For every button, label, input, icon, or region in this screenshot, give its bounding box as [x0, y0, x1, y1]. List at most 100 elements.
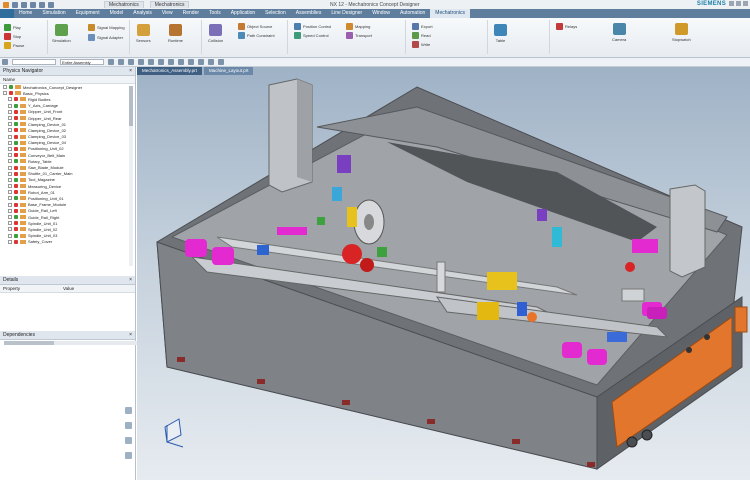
machine-model[interactable]: [137, 67, 750, 480]
tab-home[interactable]: Home: [14, 9, 37, 18]
expand-toggle-icon[interactable]: [8, 215, 12, 220]
tab-mechatronics[interactable]: Mechatronics: [430, 9, 471, 18]
maximize-icon[interactable]: [736, 1, 741, 6]
close-icon[interactable]: ×: [129, 276, 132, 285]
expand-toggle-icon[interactable]: [3, 91, 7, 96]
expand-toggle-icon[interactable]: [8, 103, 12, 108]
sensors-button[interactable]: Sensors: [136, 24, 151, 43]
close-icon[interactable]: ×: [129, 67, 132, 76]
redo-icon[interactable]: [30, 1, 36, 8]
scope-dropdown[interactable]: Entire Assembly: [60, 59, 104, 65]
object-source-button[interactable]: Object Source: [238, 23, 272, 30]
snap-center-icon[interactable]: [158, 59, 164, 65]
visibility-checkbox[interactable]: [14, 184, 18, 189]
simulation-button[interactable]: Simulation: [52, 24, 71, 43]
visibility-checkbox[interactable]: [14, 153, 18, 158]
expand-toggle-icon[interactable]: [8, 134, 12, 139]
expand-toggle-icon[interactable]: [8, 128, 12, 133]
stopwatch-button[interactable]: Stopwatch: [672, 23, 691, 42]
mapping-button[interactable]: Mapping: [346, 23, 370, 30]
snap-mid-icon[interactable]: [148, 59, 154, 65]
expand-toggle-icon[interactable]: [8, 97, 12, 102]
menu-icon[interactable]: [2, 59, 8, 65]
nx-logo-icon[interactable]: [3, 1, 9, 8]
select-icon[interactable]: [108, 59, 114, 65]
expand-toggle-icon[interactable]: [8, 227, 12, 232]
wireframe-icon[interactable]: [218, 59, 224, 65]
pause-button[interactable]: Pause: [4, 42, 24, 49]
deselect-icon[interactable]: [118, 59, 124, 65]
visibility-checkbox[interactable]: [14, 233, 18, 238]
snap-point-icon[interactable]: [128, 59, 134, 65]
stop-button[interactable]: Stop: [4, 33, 21, 40]
close-icon[interactable]: ×: [129, 331, 132, 340]
shaded-icon[interactable]: [208, 59, 214, 65]
expand-toggle-icon[interactable]: [8, 140, 12, 145]
file-menu-button[interactable]: [0, 9, 14, 18]
viewport-tab-2[interactable]: Machine_Layout.prt: [203, 67, 254, 75]
expand-toggle-icon[interactable]: [8, 190, 12, 195]
tab-simulation[interactable]: Simulation: [37, 9, 70, 18]
expand-toggle-icon[interactable]: [8, 202, 12, 207]
position-control-button[interactable]: Position Control: [294, 23, 331, 30]
expand-toggle-icon[interactable]: [8, 116, 12, 121]
expand-toggle-icon[interactable]: [8, 239, 12, 244]
export-button[interactable]: Export: [412, 23, 433, 30]
visibility-checkbox[interactable]: [14, 227, 18, 232]
view-rotate-icon[interactable]: [188, 59, 194, 65]
visibility-checkbox[interactable]: [14, 177, 18, 182]
scrollbar-thumb[interactable]: [129, 86, 133, 126]
expand-toggle-icon[interactable]: [8, 233, 12, 238]
tab-selection[interactable]: Selection: [260, 9, 291, 18]
tree-item[interactable]: Safety_Cover: [0, 239, 135, 245]
filter-dropdown[interactable]: [12, 59, 56, 65]
visibility-checkbox[interactable]: [14, 116, 18, 121]
details-scrollbar[interactable]: [4, 341, 139, 345]
tab-window[interactable]: Window: [367, 9, 395, 18]
visibility-checkbox[interactable]: [14, 208, 18, 213]
close-icon[interactable]: [743, 1, 748, 6]
relays-button[interactable]: Relays: [556, 23, 577, 30]
doc-tab-2[interactable]: Mechatronics: [149, 1, 190, 8]
write-button[interactable]: Write: [412, 41, 430, 48]
visibility-checkbox[interactable]: [14, 109, 18, 114]
play-button[interactable]: Play: [4, 24, 21, 31]
expand-toggle-icon[interactable]: [8, 122, 12, 127]
tab-automation[interactable]: Automation: [395, 9, 430, 18]
snap-end-icon[interactable]: [138, 59, 144, 65]
runtime-button[interactable]: Runtime: [168, 24, 183, 43]
table-button[interactable]: Table: [494, 24, 507, 43]
visibility-checkbox[interactable]: [14, 165, 18, 170]
graphics-viewport[interactable]: Mechatronics_Assembly.prt Machine_Layout…: [137, 67, 750, 480]
cut-icon[interactable]: [39, 1, 45, 8]
tab-analysis[interactable]: Analysis: [128, 9, 157, 18]
expand-toggle-icon[interactable]: [3, 85, 7, 90]
tab-tools[interactable]: Tools: [204, 9, 226, 18]
expand-toggle-icon[interactable]: [8, 153, 12, 158]
tab-application[interactable]: Application: [226, 9, 260, 18]
expand-toggle-icon[interactable]: [8, 165, 12, 170]
visibility-checkbox[interactable]: [9, 85, 13, 90]
visibility-checkbox[interactable]: [14, 122, 18, 127]
doc-tab-1[interactable]: Mechatronics: [104, 1, 144, 8]
signal-mapping-button[interactable]: Signal Mapping: [88, 24, 125, 31]
tab-view[interactable]: View: [157, 9, 178, 18]
signal-adapter-button[interactable]: Signal Adapter: [88, 34, 123, 41]
visibility-checkbox[interactable]: [14, 221, 18, 226]
visibility-checkbox[interactable]: [14, 196, 18, 201]
visibility-checkbox[interactable]: [9, 91, 13, 96]
tab-assemblies[interactable]: Assemblies: [291, 9, 327, 18]
expand-toggle-icon[interactable]: [8, 109, 12, 114]
camera-button[interactable]: Camera: [612, 23, 626, 42]
visibility-checkbox[interactable]: [14, 159, 18, 164]
visibility-checkbox[interactable]: [14, 134, 18, 139]
tab-model[interactable]: Model: [105, 9, 129, 18]
expand-toggle-icon[interactable]: [8, 208, 12, 213]
undo-icon[interactable]: [21, 1, 27, 8]
visibility-checkbox[interactable]: [14, 215, 18, 220]
expand-toggle-icon[interactable]: [8, 146, 12, 151]
copy-icon[interactable]: [48, 1, 54, 8]
expand-icon[interactable]: [125, 422, 132, 429]
settings-icon[interactable]: [125, 437, 132, 444]
save-icon[interactable]: [12, 1, 18, 8]
